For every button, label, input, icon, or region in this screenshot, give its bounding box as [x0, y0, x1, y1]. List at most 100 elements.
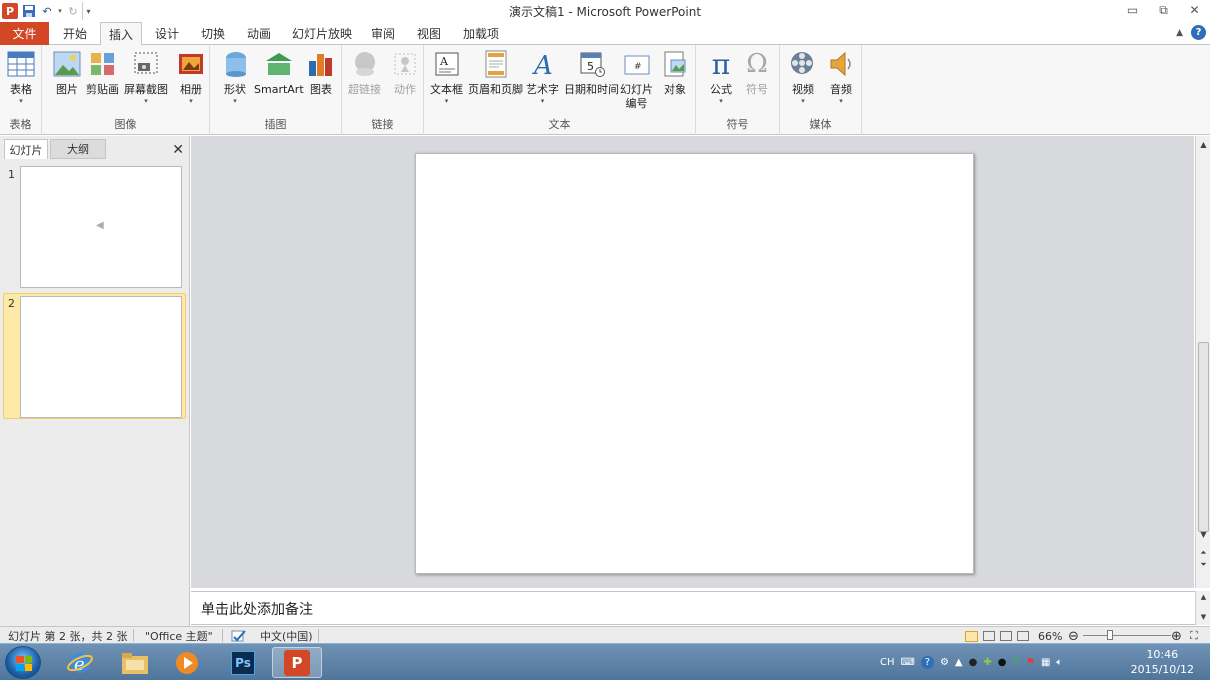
slide-sorter-icon[interactable]: [983, 631, 995, 641]
photoshop-icon[interactable]: Ps: [218, 647, 268, 678]
internet-explorer-icon[interactable]: e: [55, 647, 105, 678]
notes-scrollbar[interactable]: ▲ ▼: [1195, 591, 1210, 625]
zoom-out-icon[interactable]: ⊖: [1068, 628, 1079, 644]
tab-design[interactable]: 设计: [148, 22, 186, 45]
keyboard-icon[interactable]: ⌨: [901, 657, 915, 668]
media-player-icon[interactable]: [162, 647, 212, 678]
redo-icon[interactable]: ↻: [66, 2, 80, 20]
scroll-up-icon[interactable]: ▲: [1196, 140, 1210, 149]
close-button[interactable]: ✕: [1179, 0, 1210, 20]
ime-settings-icon[interactable]: ⚙: [940, 657, 949, 668]
smartart-button[interactable]: SmartArt: [254, 49, 304, 97]
tab-file[interactable]: 文件: [0, 22, 49, 45]
group-symbols: π 公式 ▾ Ω 符号 符号: [696, 45, 780, 135]
slide-thumbnail[interactable]: [20, 296, 182, 418]
scroll-down-icon[interactable]: ▼: [1196, 613, 1210, 621]
header-footer-button[interactable]: 页眉和页脚: [468, 49, 523, 97]
input-language[interactable]: CH: [880, 657, 895, 668]
scroll-down-icon[interactable]: ▼: [1196, 530, 1210, 539]
zoom-slider-knob[interactable]: [1107, 630, 1113, 640]
help-icon[interactable]: ?: [1191, 25, 1206, 40]
help-icon[interactable]: ?: [920, 656, 934, 669]
equation-button[interactable]: π 公式 ▾: [706, 48, 736, 106]
close-pane-icon[interactable]: ✕: [172, 143, 184, 157]
tab-transitions[interactable]: 切换: [194, 22, 232, 45]
action-button[interactable]: 动作: [390, 49, 420, 97]
scrollbar-thumb[interactable]: [1198, 342, 1209, 532]
symbol-button[interactable]: Ω 符号: [742, 49, 772, 97]
textbox-icon: A: [432, 49, 462, 79]
slide-number-button[interactable]: # 幻灯片 编号: [620, 49, 653, 111]
customize-qat-icon[interactable]: ▾: [82, 2, 94, 20]
chart-button[interactable]: 图表: [306, 49, 336, 97]
undo-icon[interactable]: ↶: [40, 2, 54, 20]
tab-insert[interactable]: 插入: [100, 22, 142, 46]
language-status[interactable]: 中文(中国): [260, 628, 313, 644]
current-slide[interactable]: [415, 153, 974, 574]
clipart-button[interactable]: 剪贴画: [86, 49, 119, 97]
slide-thumbnail-row[interactable]: 1 ◀: [0, 164, 190, 288]
status-bar: 幻灯片 第 2 张，共 2 张 "Office 主题" 中文(中国) 66% ⊖…: [0, 626, 1210, 644]
video-button[interactable]: 视频 ▾: [788, 49, 818, 105]
network-icon[interactable]: ▦: [1041, 657, 1050, 668]
notes-pane[interactable]: 单击此处添加备注: [191, 591, 1195, 625]
undo-dropdown-icon[interactable]: ▾: [56, 2, 64, 20]
tab-animations[interactable]: 动画: [240, 22, 278, 45]
datetime-button[interactable]: 5 日期和时间: [564, 49, 619, 97]
previous-slide-icon[interactable]: ⏶: [1196, 548, 1210, 558]
zoom-level[interactable]: 66%: [1038, 628, 1062, 644]
hyperlink-button[interactable]: 超链接: [348, 49, 381, 97]
chevron-down-icon: ▾: [19, 97, 23, 105]
restore-button[interactable]: ⧉: [1148, 0, 1179, 20]
system-clock[interactable]: 10:46 2015/10/12: [1131, 647, 1194, 677]
penguin-icon[interactable]: ●: [998, 657, 1007, 668]
svg-text:#: #: [634, 62, 642, 72]
theme-status[interactable]: "Office 主题": [145, 628, 213, 644]
table-button[interactable]: 表格 ▾: [6, 49, 36, 105]
fit-to-window-icon[interactable]: ⛶: [1190, 628, 1198, 644]
notes-placeholder[interactable]: 单击此处添加备注: [201, 599, 313, 619]
picture-button[interactable]: 图片: [52, 49, 82, 97]
tab-addins[interactable]: 加载项: [458, 22, 504, 45]
zoom-in-icon[interactable]: ⊕: [1171, 628, 1182, 644]
textbox-button[interactable]: A 文本框 ▾: [430, 49, 463, 105]
show-hidden-icons[interactable]: ▲: [955, 657, 963, 668]
save-icon[interactable]: [20, 2, 38, 20]
security-shield-icon[interactable]: ⛨: [1012, 657, 1020, 668]
minimize-ribbon-icon[interactable]: ▲: [1176, 28, 1183, 38]
reading-view-icon[interactable]: [1000, 631, 1012, 641]
vertical-scrollbar[interactable]: ▲ ▼ ⏶ ⏷: [1195, 136, 1210, 588]
update-icon[interactable]: ✚: [983, 657, 991, 668]
minimize-button[interactable]: ▭: [1117, 0, 1148, 20]
tab-view[interactable]: 视图: [410, 22, 448, 45]
slide-count-status: 幻灯片 第 2 张，共 2 张: [8, 630, 128, 643]
audio-button[interactable]: 音频 ▾: [826, 49, 856, 105]
photo-album-button[interactable]: 相册 ▾: [176, 49, 206, 105]
slide-thumbnail-row[interactable]: 2: [0, 293, 190, 421]
shapes-button[interactable]: 形状 ▾: [220, 49, 250, 105]
zoom-slider[interactable]: [1083, 635, 1171, 636]
object-button[interactable]: 对象: [660, 49, 690, 97]
powerpoint-taskbar-icon[interactable]: P: [272, 647, 322, 678]
start-button[interactable]: [5, 646, 41, 679]
tab-review[interactable]: 审阅: [364, 22, 402, 45]
next-slide-icon[interactable]: ⏷: [1196, 560, 1210, 570]
slideshow-view-icon[interactable]: [1017, 631, 1029, 641]
screenshot-icon: [131, 49, 161, 79]
powerpoint-app-icon[interactable]: P: [2, 3, 18, 19]
file-explorer-icon[interactable]: [110, 647, 160, 678]
volume-icon[interactable]: 🔈︎: [1056, 657, 1062, 668]
normal-view-icon[interactable]: [965, 630, 978, 642]
omega-icon: Ω: [746, 49, 768, 79]
tab-slides[interactable]: 幻灯片: [4, 139, 48, 159]
flag-icon[interactable]: ⚑: [1026, 657, 1035, 668]
screenshot-button[interactable]: 屏幕截图 ▾: [124, 49, 168, 105]
wordart-button[interactable]: A 艺术字 ▾: [526, 49, 559, 105]
qq-icon[interactable]: ●: [969, 657, 978, 668]
spellcheck-icon[interactable]: [231, 628, 247, 644]
tab-slideshow[interactable]: 幻灯片放映: [288, 22, 356, 45]
slide-thumbnail[interactable]: ◀: [20, 166, 182, 288]
tab-outline[interactable]: 大纲: [50, 139, 106, 159]
scroll-up-icon[interactable]: ▲: [1196, 593, 1210, 601]
tab-home[interactable]: 开始: [55, 22, 95, 45]
